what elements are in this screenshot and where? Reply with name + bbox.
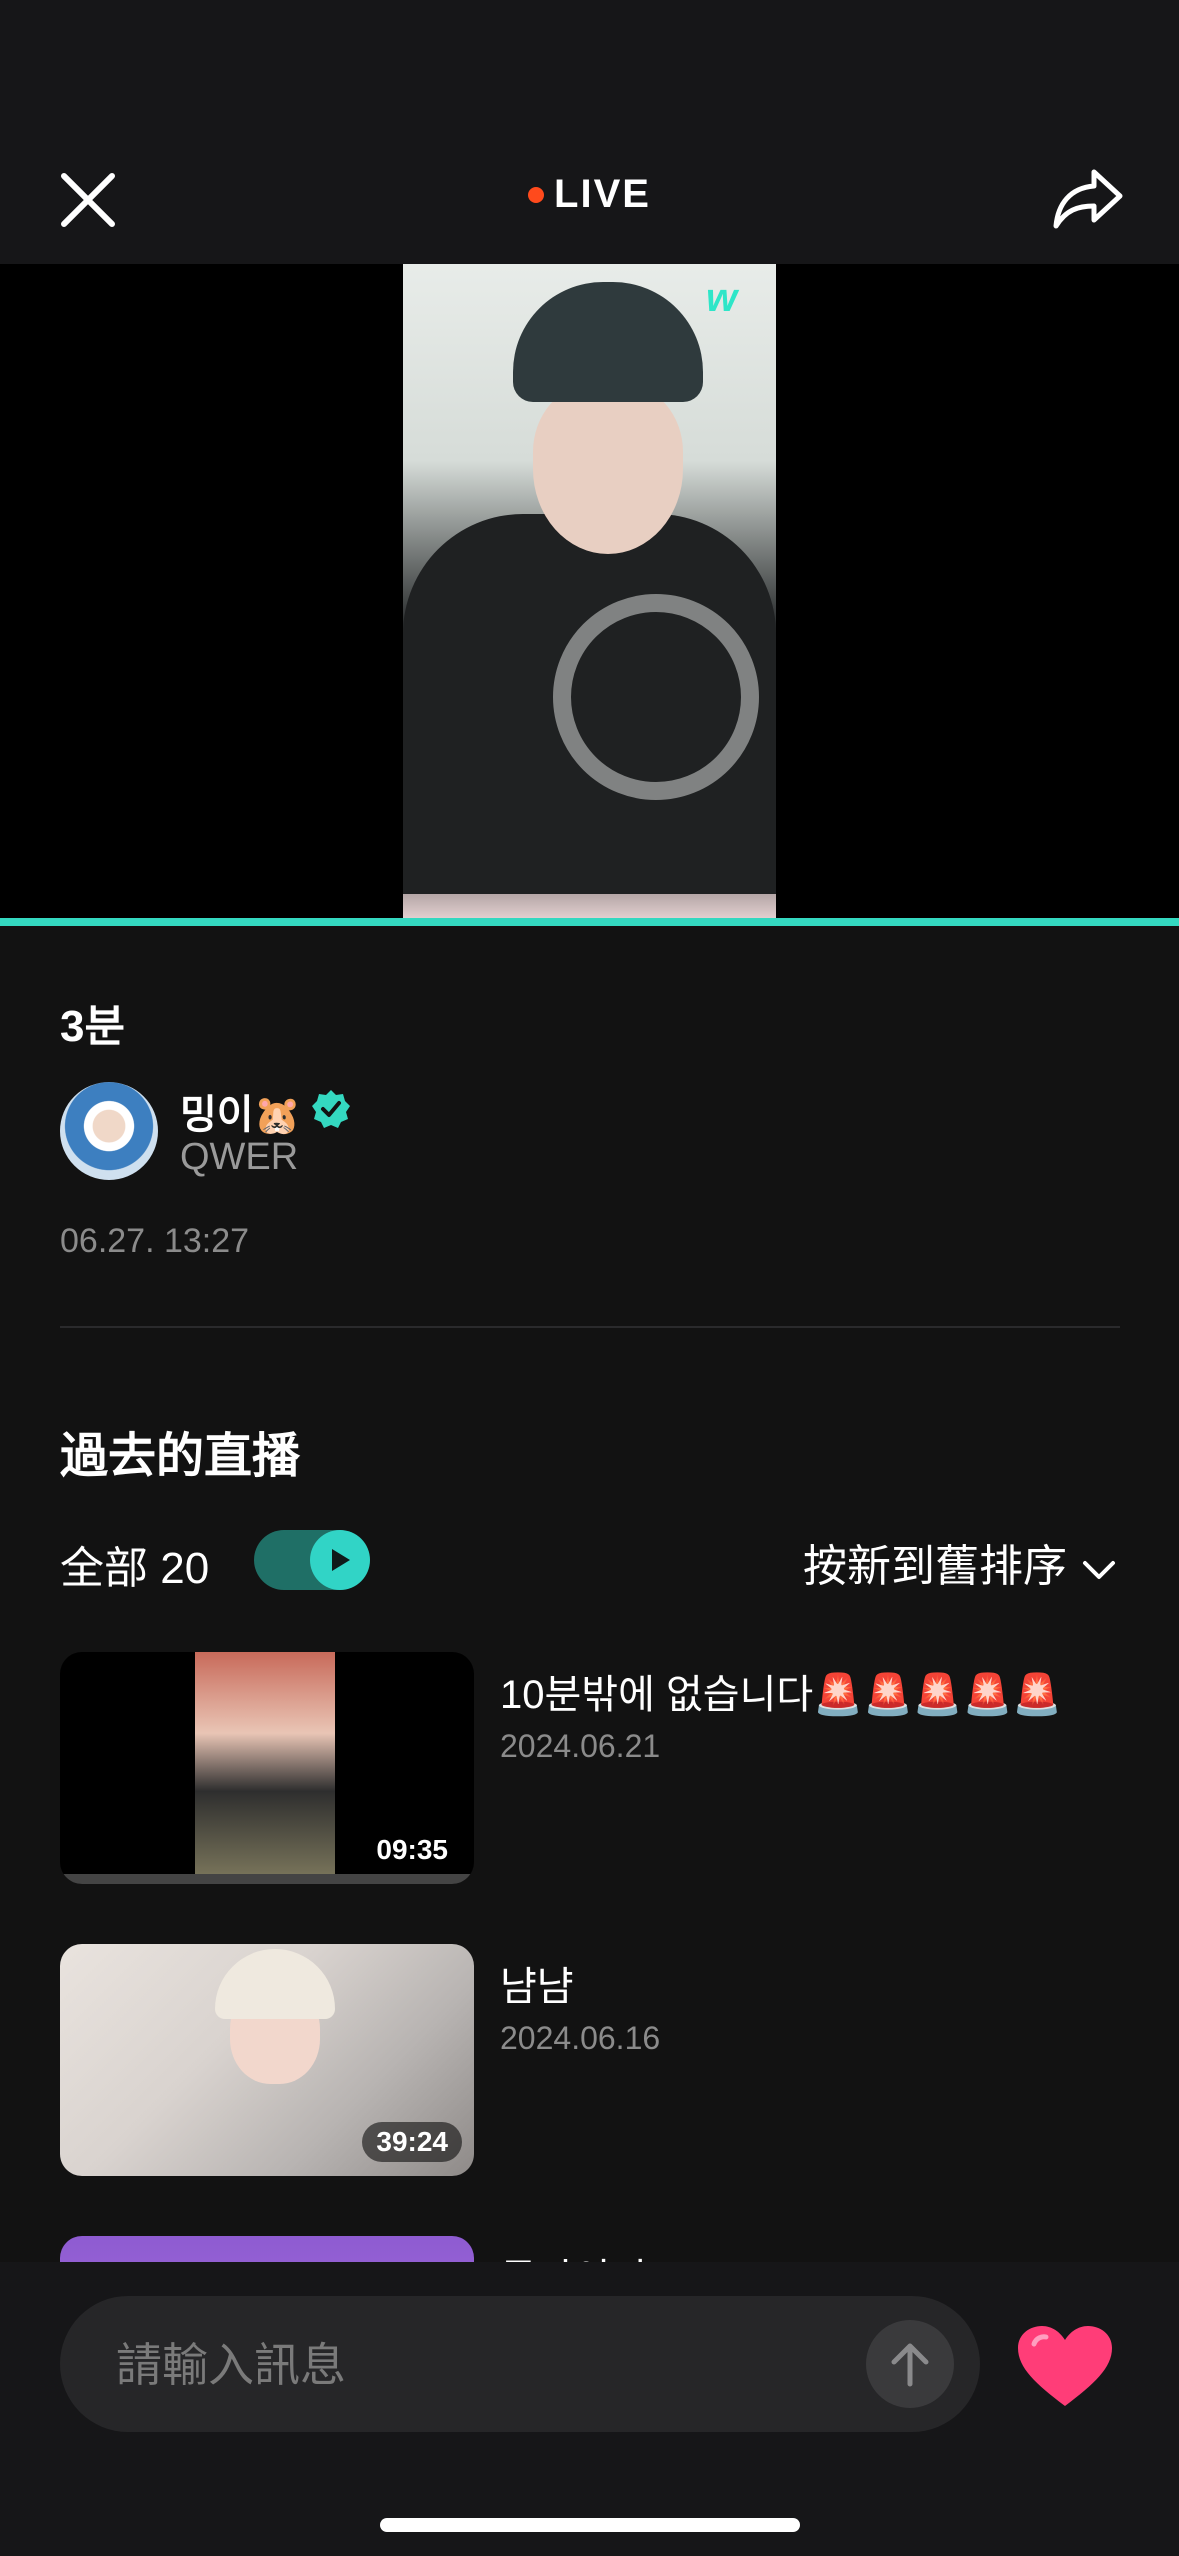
toggle-knob	[310, 1530, 370, 1590]
host-name: 밍이	[180, 1093, 254, 1137]
chat-bar	[0, 2262, 1179, 2556]
arrow-up-icon	[891, 2343, 929, 2387]
home-indicator[interactable]	[380, 2518, 800, 2532]
video-subject-cap	[513, 282, 703, 402]
host-avatar[interactable]	[60, 1082, 158, 1180]
weverse-logo-icon: w	[706, 276, 738, 320]
past-live-thumbnail[interactable]: 09:35	[60, 1652, 474, 1884]
video-player[interactable]	[0, 264, 1179, 920]
host-group: QWER	[180, 1136, 299, 1178]
past-live-title[interactable]: 냠냠	[500, 1954, 574, 2012]
host-name-row[interactable]: 밍이🐹	[180, 1082, 301, 1140]
stream-duration: 3분	[60, 1002, 125, 1051]
video-subject-face	[533, 384, 683, 554]
watch-progress-bar	[60, 1874, 474, 1884]
video-progress-bar[interactable]	[0, 918, 1179, 926]
filter-all-count[interactable]: 全部 20	[60, 1532, 209, 1596]
past-live-date: 2024.06.21	[500, 1728, 661, 1764]
past-live-date: 2024.06.16	[500, 2020, 661, 2056]
hamster-emoji: 🐹	[253, 1095, 301, 1137]
video-shirt-print	[553, 594, 759, 800]
live-label: LIVE	[554, 172, 651, 216]
heart-button[interactable]	[1016, 2324, 1114, 2410]
past-live-title[interactable]: 10분밖에 없습니다🚨🚨🚨🚨🚨	[500, 1662, 1062, 1720]
chevron-down-icon	[1083, 1561, 1115, 1580]
past-live-item[interactable]: 39:24 냠냠 2024.06.16	[60, 1944, 1120, 2176]
past-live-thumbnail[interactable]: 39:24	[60, 1944, 474, 2176]
past-live-item[interactable]: 09:35 10분밖에 없습니다🚨🚨🚨🚨🚨 2024.06.21	[60, 1652, 1120, 1884]
play-icon	[332, 1549, 350, 1571]
heart-icon	[1018, 2326, 1112, 2406]
past-lives-title: 過去的直播	[60, 1430, 301, 1483]
sort-label: 按新到舊排序	[803, 1542, 1067, 1591]
thumbnail-duration: 09:35	[362, 1830, 462, 1870]
share-icon	[1053, 169, 1123, 229]
autoplay-toggle[interactable]	[254, 1530, 370, 1590]
thumbnail-image	[195, 1652, 335, 1884]
divider	[60, 1326, 1120, 1328]
sort-dropdown[interactable]: 按新到舊排序	[803, 1530, 1117, 1594]
thumbnail-duration: 39:24	[362, 2122, 462, 2162]
verified-badge-icon	[312, 1090, 350, 1128]
stream-datetime: 06.27. 13:27	[60, 1222, 250, 1260]
top-bar: LIVE	[0, 0, 1179, 264]
live-indicator: LIVE	[0, 172, 1179, 217]
live-dot-icon	[528, 186, 545, 203]
message-input[interactable]	[114, 2328, 858, 2402]
live-video-frame	[403, 264, 776, 920]
send-button[interactable]	[866, 2320, 954, 2408]
share-button[interactable]	[1050, 162, 1126, 238]
message-field[interactable]	[60, 2296, 980, 2432]
